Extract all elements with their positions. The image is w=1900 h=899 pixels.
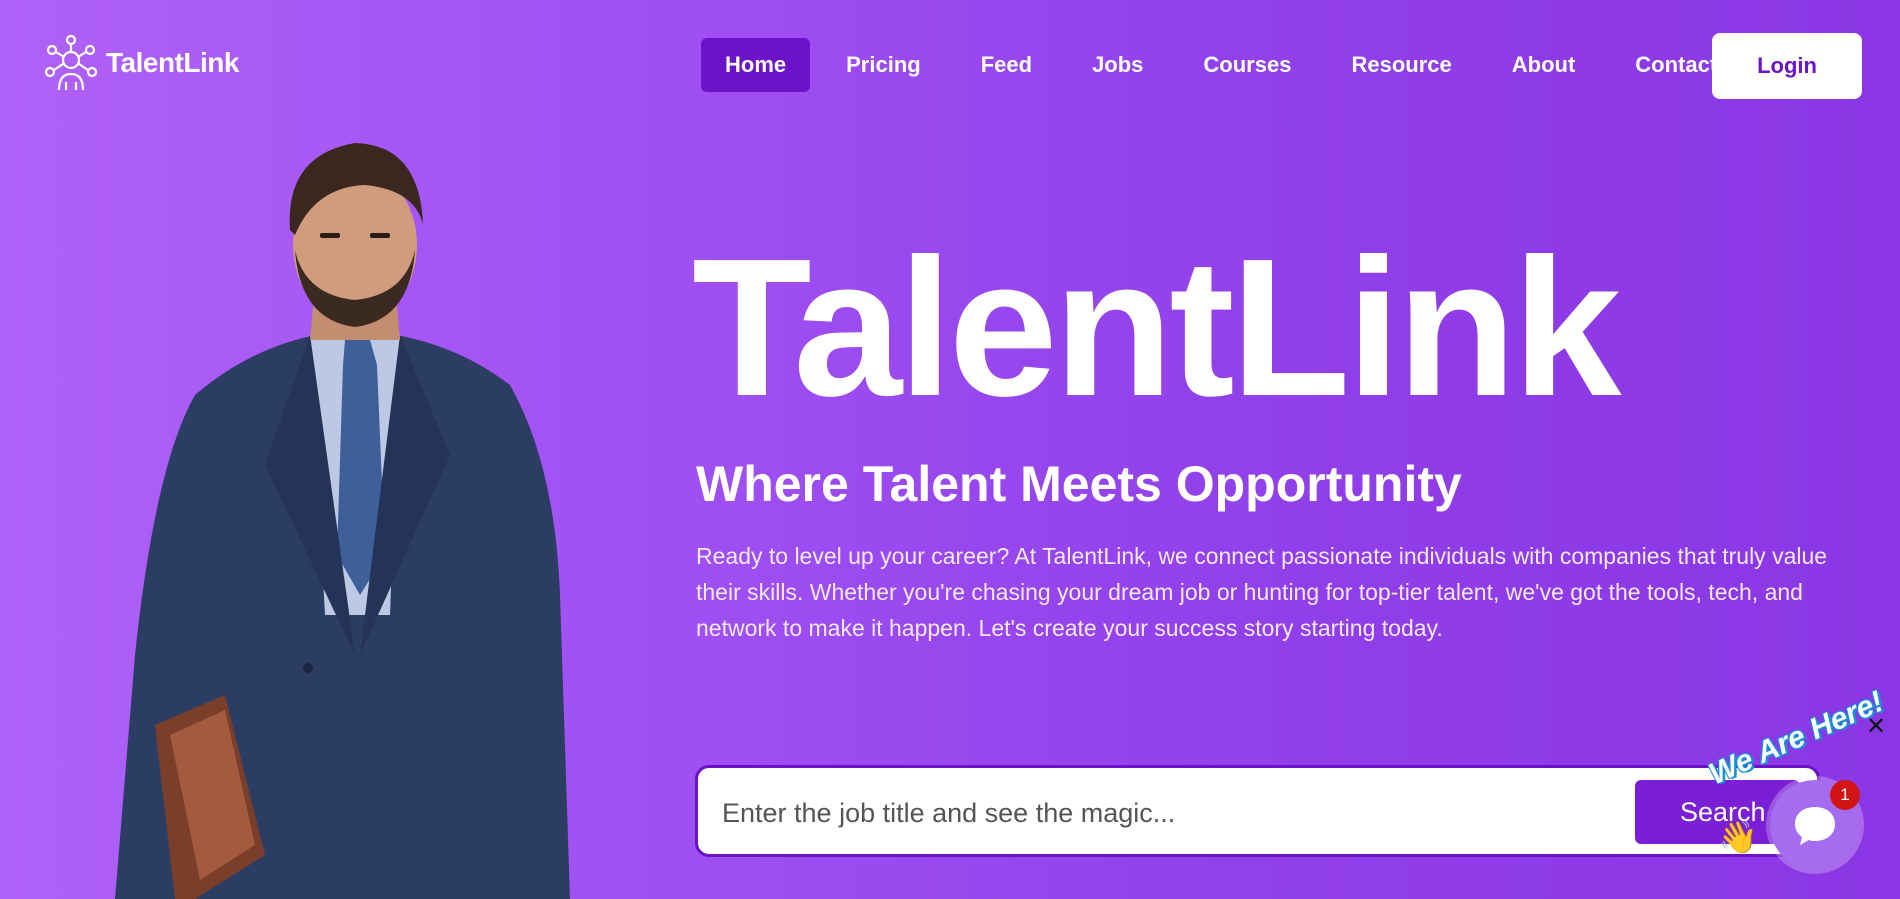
- hero-person-image: [115, 143, 570, 899]
- brand-logo[interactable]: TalentLink: [40, 32, 239, 94]
- notification-badge: 1: [1830, 780, 1860, 810]
- nav-about[interactable]: About: [1488, 38, 1600, 92]
- network-icon: [44, 34, 98, 91]
- waving-hand-icon: 👋: [1718, 819, 1758, 855]
- job-search-bar: Search: [695, 765, 1820, 857]
- page: TalentLink Home Pricing Feed Jobs Course…: [0, 0, 1900, 899]
- brand-name: TalentLink: [106, 47, 239, 78]
- nav-feed[interactable]: Feed: [957, 38, 1056, 92]
- close-icon[interactable]: ✕: [1866, 712, 1886, 741]
- nav-home[interactable]: Home: [701, 38, 811, 92]
- nav-jobs[interactable]: Jobs: [1068, 38, 1167, 92]
- login-button[interactable]: Login: [1712, 33, 1862, 99]
- nav-courses[interactable]: Courses: [1179, 38, 1315, 92]
- main-nav: Home Pricing Feed Jobs Courses Resource …: [701, 38, 1753, 92]
- nav-resource[interactable]: Resource: [1327, 38, 1475, 92]
- hero-title: TalentLink: [692, 218, 1622, 437]
- hero-description: Ready to level up your career? At Talent…: [696, 543, 1828, 641]
- job-search-input[interactable]: [720, 786, 1604, 840]
- nav-pricing[interactable]: Pricing: [822, 38, 945, 92]
- hero-subtitle: Where Talent Meets Opportunity: [696, 456, 1462, 512]
- chat-icon: [1795, 807, 1835, 845]
